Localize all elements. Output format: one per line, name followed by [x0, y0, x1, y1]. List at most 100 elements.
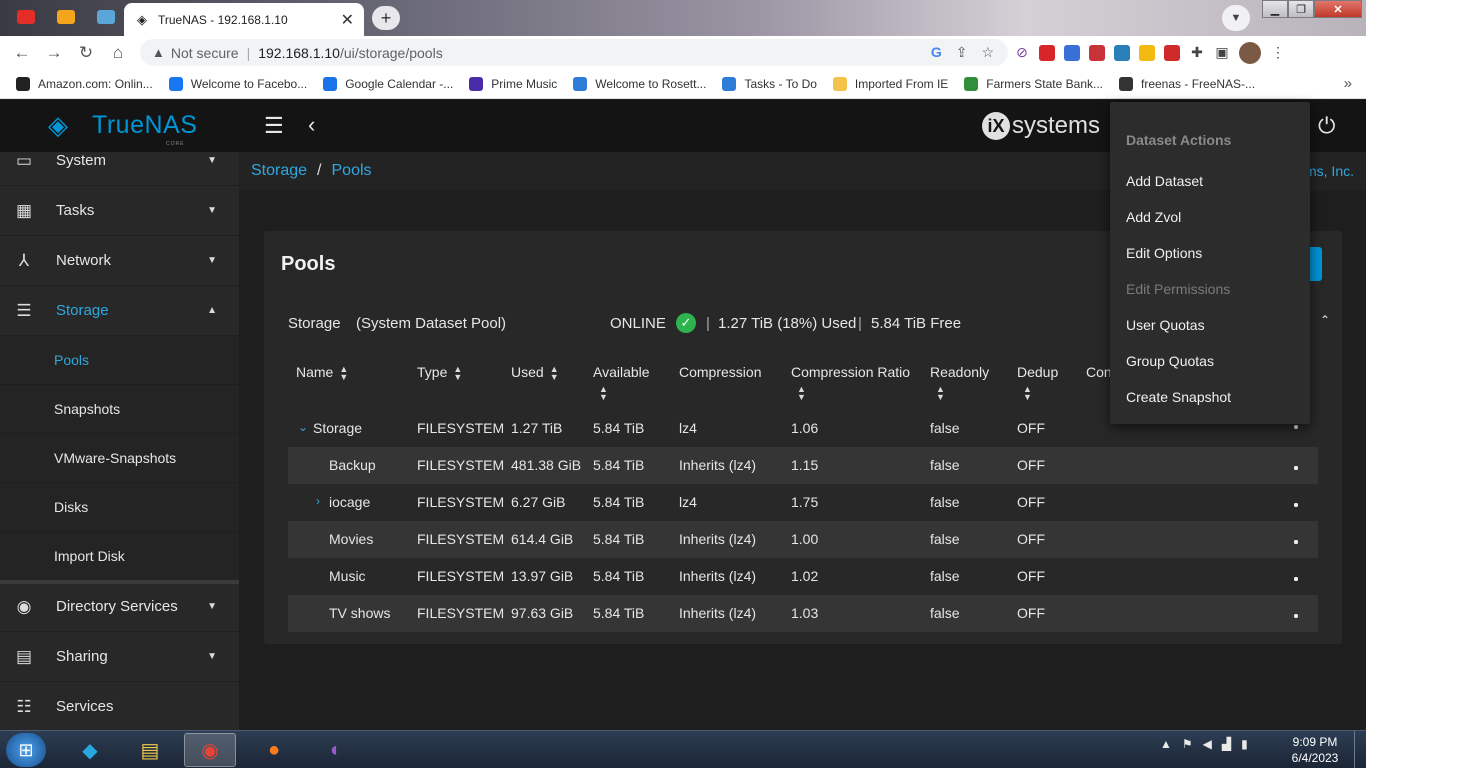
chevron-up-icon[interactable]: ⌃ [1320, 313, 1330, 327]
table-row[interactable]: Music FILESYSTEM 13.97 GiB 5.84 TiB Inhe… [288, 558, 1318, 595]
breadcrumb-pools[interactable]: Pools [332, 162, 372, 180]
side-panel-icon[interactable]: ▣ [1214, 44, 1230, 61]
add-pool-button[interactable] [1308, 247, 1322, 281]
bookmark-item[interactable]: freenas - FreeNAS-... [1119, 76, 1255, 91]
address-bar[interactable]: ▲ Not secure | 192.168.1.10 /ui/storage/… [140, 39, 1008, 66]
windows-start-button[interactable]: ⊞ [6, 733, 46, 767]
chevron-down-icon[interactable]: ⌄ [298, 420, 308, 434]
file-explorer-icon[interactable]: ▤ [124, 733, 176, 767]
maximize-button[interactable]: ❐ [1288, 0, 1314, 18]
close-window-button[interactable]: ✕ [1314, 0, 1362, 18]
sidebar-sub-pools[interactable]: Pools [0, 336, 239, 385]
bookmark-item[interactable]: Imported From IE [832, 76, 948, 91]
column-header-type[interactable]: Type ▲ ▼ [417, 363, 462, 382]
menu-item-add-dataset[interactable]: Add Dataset [1126, 173, 1203, 189]
power-icon[interactable]: ⏻ [1318, 114, 1335, 138]
pinned-tab-truenas-icon[interactable] [88, 3, 124, 31]
table-row[interactable]: Backup FILESYSTEM 481.38 GiB 5.84 TiB In… [288, 447, 1318, 484]
sort-icon: ▲ ▼ [1023, 384, 1032, 402]
home-icon[interactable]: ⌂ [102, 37, 134, 69]
drive-extension-icon[interactable] [1139, 44, 1155, 61]
bookmark-item[interactable]: Tasks - To Do [722, 76, 817, 91]
column-header-readonly[interactable]: Readonly ▲ ▼ [930, 363, 989, 402]
volume-icon[interactable]: ◀ [1203, 737, 1212, 751]
column-header-compression-ratio[interactable]: Compression Ratio ▲ ▼ [791, 363, 910, 402]
sidebar-item-tasks[interactable]: ▦ Tasks ▼ [0, 186, 239, 236]
calendar-extension-icon[interactable] [1064, 44, 1080, 61]
opera-extension-icon[interactable] [1039, 44, 1055, 61]
google-lens-icon[interactable]: G [931, 44, 942, 61]
flag-icon[interactable]: ⚑ [1182, 737, 1193, 751]
close-tab-icon[interactable]: ✕ [341, 10, 354, 30]
taskbar-clock[interactable]: 9:09 PM 6/4/2023 [1284, 734, 1346, 766]
dataset-name: TV shows [329, 605, 391, 621]
youtube-tab-icon[interactable] [8, 3, 44, 31]
menu-item-user-quotas[interactable]: User Quotas [1126, 317, 1205, 333]
m-extension-icon[interactable] [1114, 44, 1130, 61]
mask-app-icon[interactable]: ◐ [310, 733, 362, 767]
chevron-right-icon[interactable]: › [316, 494, 320, 508]
bookmark-item[interactable]: Google Calendar -... [323, 76, 453, 91]
caret-down-icon: ▼ [207, 155, 217, 166]
bookmark-item[interactable]: Prime Music [469, 76, 557, 91]
back-icon[interactable]: ← [6, 37, 38, 69]
show-desktop-button[interactable] [1354, 731, 1366, 768]
column-header-comments[interactable]: Con [1086, 363, 1112, 381]
bookmark-item[interactable]: Welcome to Rosett... [573, 76, 706, 91]
profile-avatar[interactable] [1239, 41, 1261, 64]
bookmark-label: Amazon.com: Onlin... [38, 76, 153, 91]
sidebar-item-services[interactable]: ☷ Services [0, 682, 239, 732]
new-tab-button[interactable]: + [372, 6, 400, 30]
column-header-dedup[interactable]: Dedup ▲ ▼ [1017, 363, 1058, 402]
sidebar-item-storage[interactable]: ☰ Storage ▲ [0, 286, 239, 336]
reload-icon[interactable]: ↻ [70, 37, 102, 69]
table-row[interactable]: TV shows FILESYSTEM 97.63 GiB 5.84 TiB I… [288, 595, 1318, 632]
signal-icon[interactable]: ▟ [1222, 737, 1231, 751]
kodi-icon[interactable]: ◆ [64, 733, 116, 767]
bookmark-star-icon[interactable]: ☆ [981, 44, 994, 61]
sidebar-sub-disks[interactable]: Disks [0, 483, 239, 532]
sidebar-sub-vmware-snapshots[interactable]: VMware-Snapshots [0, 434, 239, 483]
bookmarks-more-icon[interactable]: » [1344, 75, 1352, 92]
chrome-icon[interactable]: ◉ [184, 733, 236, 767]
column-header-used[interactable]: Used ▲ ▼ [511, 363, 559, 382]
pinned-tab-h-icon[interactable] [48, 3, 84, 31]
sidebar-sub-import-disk[interactable]: Import Disk [0, 532, 239, 581]
block-extension-icon[interactable]: ⊘ [1014, 44, 1030, 61]
media-extension-icon[interactable] [1089, 44, 1105, 61]
pdf-extension-icon[interactable] [1164, 44, 1180, 61]
sidebar-sub-snapshots[interactable]: Snapshots [0, 385, 239, 434]
firefox-icon[interactable]: ● [248, 733, 300, 767]
tray-arrow-icon[interactable]: ▲ [1160, 737, 1172, 751]
active-tab[interactable]: ◈ TrueNAS - 192.168.1.10 ✕ [124, 3, 364, 36]
dataset-available: 5.84 TiB [593, 457, 645, 473]
column-header-name[interactable]: Name ▲ ▼ [296, 363, 348, 382]
sidebar-item-sharing[interactable]: ▤ Sharing ▼ [0, 632, 239, 682]
table-row[interactable]: › iocage FILESYSTEM 6.27 GiB 5.84 TiB lz… [288, 484, 1318, 521]
menu-item-create-snapshot[interactable]: Create Snapshot [1126, 389, 1231, 405]
menu-item-group-quotas[interactable]: Group Quotas [1126, 353, 1214, 369]
minimize-button[interactable]: ▁ [1262, 0, 1288, 18]
puzzle-extensions-icon[interactable]: ✚ [1189, 44, 1205, 61]
sidebar-item-directory-services[interactable]: ◉ Directory Services ▼ [0, 582, 239, 632]
sidebar-item-network[interactable]: ⅄ Network ▼ [0, 236, 239, 286]
bookmark-item[interactable]: Amazon.com: Onlin... [16, 76, 153, 91]
column-header-compression[interactable]: Compression [679, 363, 761, 381]
menu-item-add-zvol[interactable]: Add Zvol [1126, 209, 1181, 225]
sharing-icon: ▤ [15, 646, 33, 666]
sidebar-item-system[interactable]: ▭ System ▼ [0, 136, 239, 186]
url-host: 192.168.1.10 [258, 44, 340, 61]
browser-menu-icon[interactable]: ⋮ [1270, 44, 1286, 61]
forward-icon[interactable]: → [38, 37, 70, 69]
bookmark-item[interactable]: Welcome to Facebo... [168, 76, 307, 91]
battery-icon[interactable]: ▮ [1241, 737, 1248, 751]
collapse-sidebar-icon[interactable]: ‹ [308, 112, 315, 138]
bookmark-item[interactable]: Farmers State Bank... [964, 76, 1103, 91]
table-row[interactable]: Movies FILESYSTEM 614.4 GiB 5.84 TiB Inh… [288, 521, 1318, 558]
tab-search-icon[interactable]: ▼ [1222, 5, 1250, 31]
hamburger-menu-icon[interactable]: ☰ [264, 114, 288, 138]
breadcrumb-storage[interactable]: Storage [251, 162, 307, 180]
column-header-available[interactable]: Available ▲ ▼ [593, 363, 650, 402]
menu-item-edit-options[interactable]: Edit Options [1126, 245, 1202, 261]
share-icon[interactable]: ⇪ [956, 44, 968, 61]
